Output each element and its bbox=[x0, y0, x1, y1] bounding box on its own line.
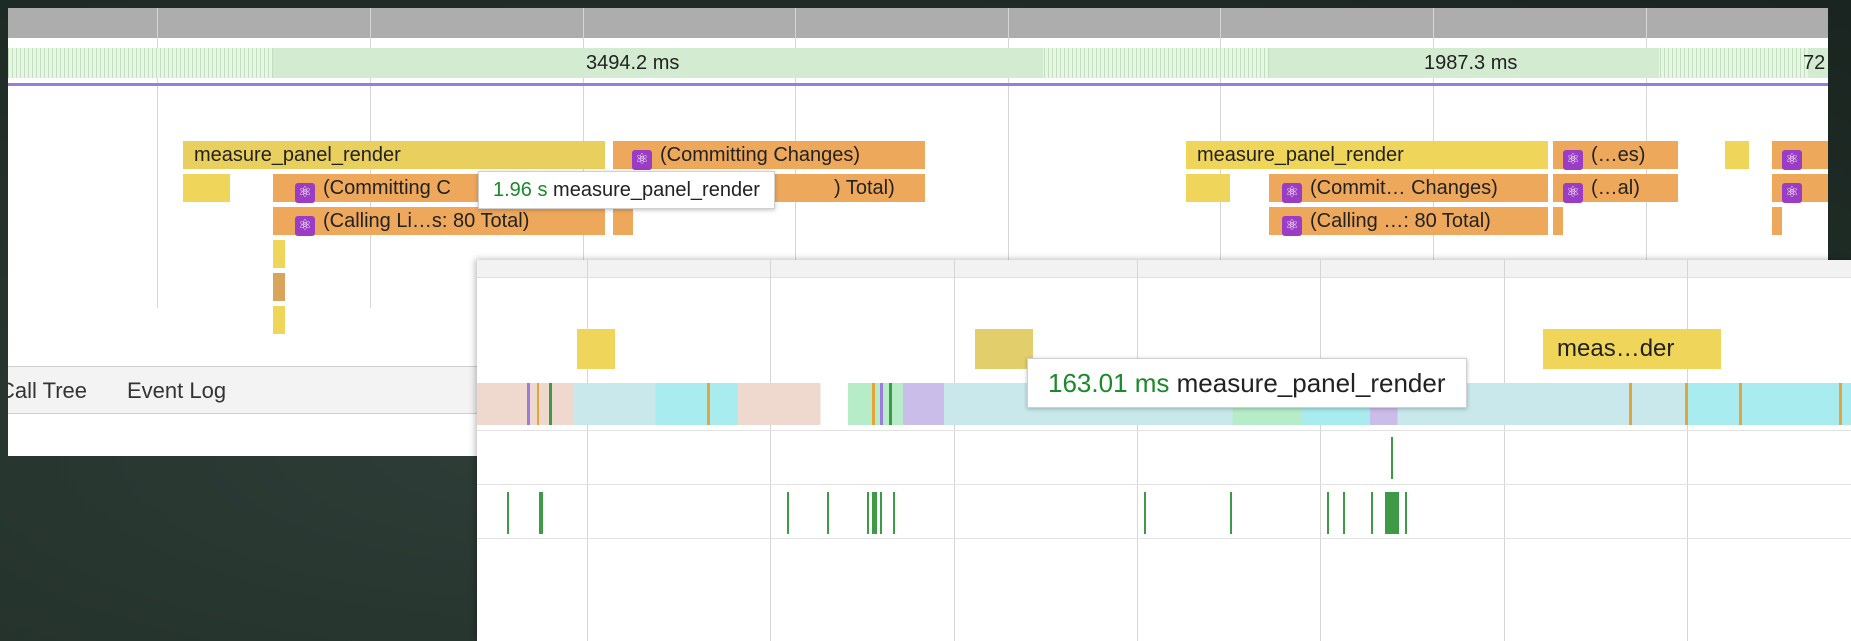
row-separator bbox=[477, 538, 1851, 539]
react-block[interactable] bbox=[273, 273, 285, 301]
react-atom-icon: ⚛ bbox=[1782, 150, 1802, 170]
activity-tick bbox=[1739, 383, 1742, 425]
event-tick bbox=[1405, 492, 1407, 534]
react-block[interactable] bbox=[613, 207, 633, 235]
event-tick bbox=[867, 492, 869, 534]
grid-line bbox=[1320, 260, 1321, 641]
row-separator bbox=[477, 430, 1851, 431]
tab-event-log[interactable]: Event Log bbox=[127, 378, 226, 404]
react-atom-icon: ⚛ bbox=[1282, 216, 1302, 236]
event-tick bbox=[1230, 492, 1232, 534]
activity-tick bbox=[549, 383, 552, 425]
timing-block-label: measure_panel_render bbox=[194, 144, 401, 166]
react-block[interactable] bbox=[1772, 207, 1782, 235]
react-block-label: ⚛ (Committing Changes) bbox=[632, 140, 922, 170]
react-atom-icon: ⚛ bbox=[1782, 183, 1802, 203]
react-atom-icon: ⚛ bbox=[295, 183, 315, 203]
main-tooltip: 163.01 ms measure_panel_render bbox=[1027, 358, 1467, 408]
performance-panel-front: meas…der 163.01 ms measure_panel_render bbox=[477, 260, 1851, 641]
event-tick bbox=[872, 492, 877, 534]
react-block-label: ⚛ (Commit… Changes) bbox=[1282, 173, 1546, 203]
grid-line bbox=[1137, 260, 1138, 641]
activity-tick bbox=[707, 383, 710, 425]
react-block-label: ⚛ (Calling …: 80 Total) bbox=[1282, 206, 1546, 236]
frame-boundary-line bbox=[8, 83, 1828, 86]
timing-block[interactable] bbox=[975, 329, 1033, 369]
activity-tick bbox=[1685, 383, 1688, 425]
frame-duration-label: 1987.3 ms bbox=[1424, 52, 1518, 74]
event-tick bbox=[1144, 492, 1146, 534]
event-tick bbox=[539, 492, 543, 534]
event-tick bbox=[827, 492, 829, 534]
grid-line bbox=[1504, 260, 1505, 641]
react-atom-icon: ⚛ bbox=[1563, 183, 1583, 203]
react-block-label: ⚛ bbox=[1782, 173, 1822, 203]
tooltip-name: measure_panel_render bbox=[553, 179, 760, 201]
event-tick bbox=[1385, 492, 1399, 534]
react-block[interactable] bbox=[1553, 207, 1563, 235]
tooltip-duration: 163.01 ms bbox=[1048, 368, 1170, 398]
react-block-label: ⚛ (Calling Li…s: 80 Total) bbox=[295, 206, 601, 236]
tab-call-tree[interactable]: Call Tree bbox=[8, 378, 87, 404]
grid-line bbox=[587, 260, 588, 641]
timing-block[interactable] bbox=[1186, 174, 1230, 202]
activity-tick bbox=[1629, 383, 1632, 425]
grid-line bbox=[770, 260, 771, 641]
timing-block[interactable] bbox=[183, 174, 230, 202]
tooltip-duration: 1.96 s bbox=[493, 179, 548, 201]
activity-tick bbox=[537, 383, 539, 425]
timing-block[interactable] bbox=[1725, 141, 1749, 169]
timing-block-label: meas…der bbox=[1557, 335, 1675, 362]
event-tick bbox=[787, 492, 789, 534]
react-block-label: ) Total) bbox=[834, 177, 895, 199]
react-block[interactable] bbox=[273, 306, 285, 334]
event-tick bbox=[1343, 492, 1345, 534]
grid-line bbox=[954, 260, 955, 641]
flame-tooltip: 1.96 s measure_panel_render bbox=[478, 171, 775, 209]
tooltip-name: measure_panel_render bbox=[1176, 368, 1446, 398]
react-atom-icon: ⚛ bbox=[295, 216, 315, 236]
timeline-ruler bbox=[8, 8, 1828, 38]
activity-tick bbox=[872, 383, 875, 425]
ruler-strip bbox=[477, 260, 1851, 278]
row-separator bbox=[477, 484, 1851, 485]
timing-block-label: measure_panel_render bbox=[1197, 144, 1404, 166]
react-block-label: ⚛ (Committing C bbox=[295, 173, 485, 203]
activity-tick bbox=[1839, 383, 1842, 425]
timing-block[interactable] bbox=[577, 329, 615, 369]
event-tick bbox=[1327, 492, 1329, 534]
react-block-label: ⚛ bbox=[1782, 140, 1822, 170]
activity-tick bbox=[527, 383, 530, 425]
frame-duration-label: 3494.2 ms bbox=[586, 52, 680, 74]
event-tick bbox=[1391, 437, 1393, 479]
activity-tick bbox=[880, 383, 883, 425]
event-tick bbox=[880, 492, 882, 534]
react-block-label: ⚛ (…es) bbox=[1563, 140, 1675, 170]
react-block[interactable] bbox=[273, 240, 285, 268]
frame-duration-label: 72 bbox=[1803, 52, 1826, 74]
react-atom-icon: ⚛ bbox=[1282, 183, 1302, 203]
react-atom-icon: ⚛ bbox=[1563, 150, 1583, 170]
react-block-label: ⚛ (…al) bbox=[1563, 173, 1675, 203]
event-tick bbox=[1371, 492, 1373, 534]
grid-line bbox=[1687, 260, 1688, 641]
event-tick bbox=[893, 492, 895, 534]
react-atom-icon: ⚛ bbox=[632, 150, 652, 170]
event-tick bbox=[507, 492, 509, 534]
activity-tick bbox=[889, 383, 892, 425]
